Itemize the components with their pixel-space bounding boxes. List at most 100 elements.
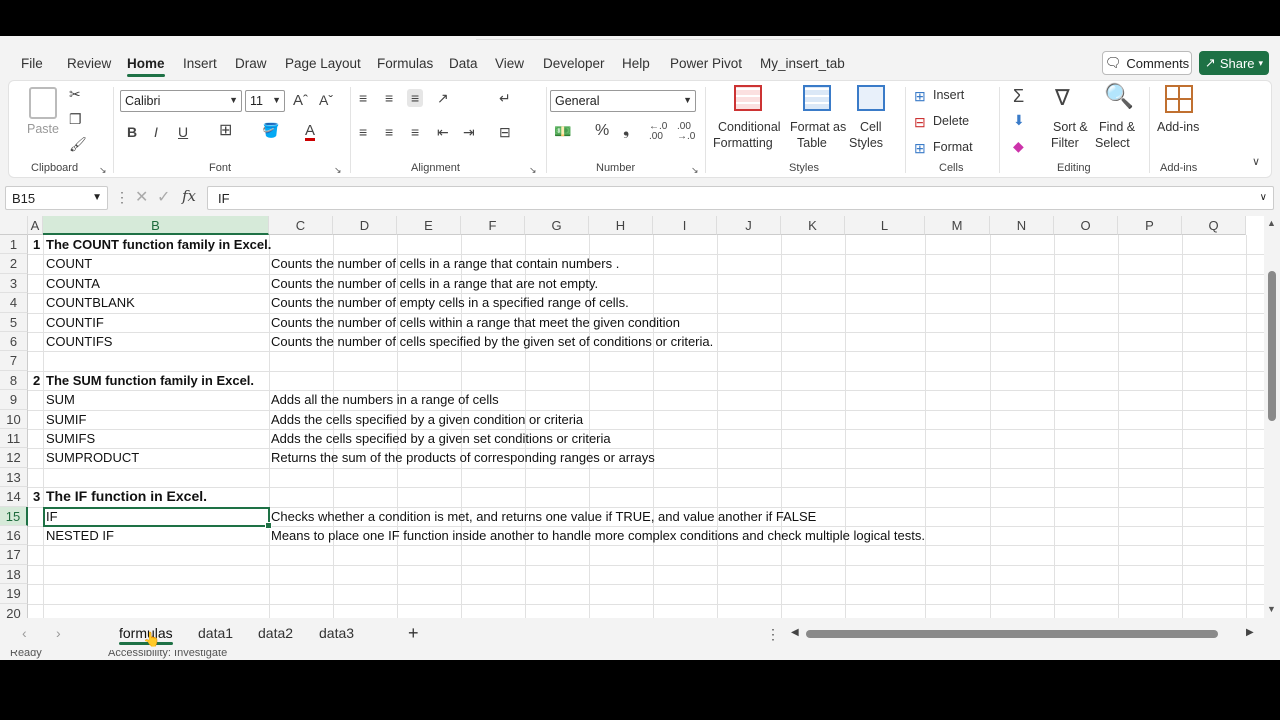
cell-c5[interactable]: Counts the number of cells within a rang… xyxy=(271,313,680,332)
row-header-9[interactable]: 9 xyxy=(0,390,28,410)
more-options-icon[interactable]: ⋮ xyxy=(766,627,780,641)
number-format-select[interactable]: General ▼ xyxy=(550,90,696,112)
row-header-4[interactable]: 4 xyxy=(0,293,28,313)
cell-c11[interactable]: Adds the cells specified by a given set … xyxy=(271,429,611,448)
column-header-c[interactable]: C xyxy=(269,216,333,235)
cell-b9[interactable]: SUM xyxy=(46,390,75,409)
paste-icon[interactable] xyxy=(29,87,57,119)
increase-indent-icon[interactable]: ⇥ xyxy=(463,125,475,139)
row-header-12[interactable]: 12 xyxy=(0,448,28,468)
format-cells-icon[interactable]: ⊞ xyxy=(914,141,926,155)
dialog-launcher-icon[interactable]: ↘ xyxy=(334,165,342,176)
row-header-10[interactable]: 10 xyxy=(0,409,28,429)
tab-formulas[interactable]: Formulas xyxy=(377,56,433,71)
column-header-o[interactable]: O xyxy=(1054,216,1118,235)
paste-button-label[interactable]: Paste xyxy=(27,122,59,136)
cell-a14[interactable]: 3 xyxy=(33,487,40,506)
column-header-g[interactable]: G xyxy=(525,216,589,235)
merge-center-icon[interactable]: ⊟ xyxy=(499,125,511,139)
tab-review[interactable]: Review xyxy=(67,56,111,71)
column-header-f[interactable]: F xyxy=(461,216,525,235)
orientation-icon[interactable]: ↗ xyxy=(437,91,449,105)
find-select-label-1[interactable]: Find & xyxy=(1099,120,1135,134)
cell-c10[interactable]: Adds the cells specified by a given cond… xyxy=(271,410,583,429)
tab-help[interactable]: Help xyxy=(622,56,650,71)
row-header-13[interactable]: 13 xyxy=(0,467,28,488)
cell-c15[interactable]: Checks whether a condition is met, and r… xyxy=(271,507,816,526)
cell-b10[interactable]: SUMIF xyxy=(46,410,86,429)
row-header-2[interactable]: 2 xyxy=(0,254,28,274)
cell-b5[interactable]: COUNTIF xyxy=(46,313,104,332)
dialog-launcher-icon[interactable]: ↘ xyxy=(99,165,107,176)
tab-page-layout[interactable]: Page Layout xyxy=(285,56,361,71)
align-bottom-icon[interactable]: ≡ xyxy=(407,89,424,107)
conditional-formatting-icon[interactable] xyxy=(734,85,762,111)
add-ins-button[interactable]: Add-ins xyxy=(1157,120,1199,134)
tab-draw[interactable]: Draw xyxy=(235,56,267,71)
accounting-format-icon[interactable]: 💵 xyxy=(554,124,571,138)
column-header-h[interactable]: H xyxy=(589,216,653,235)
cell-a8[interactable]: 2 xyxy=(33,371,40,390)
row-header-8[interactable]: 8 xyxy=(0,370,28,391)
row-header-1[interactable]: 1 xyxy=(0,235,28,255)
tab-file[interactable]: File xyxy=(21,56,43,71)
font-color-icon[interactable]: A xyxy=(305,123,316,141)
comments-button[interactable]: 🗨 Comments xyxy=(1102,51,1192,75)
delete-cells-icon[interactable]: ⊟ xyxy=(914,115,926,129)
cell-c9[interactable]: Adds all the numbers in a range of cells xyxy=(271,390,499,409)
font-size-select[interactable]: 11 ▼ xyxy=(245,90,285,112)
tab-my-insert-tab[interactable]: My_insert_tab xyxy=(760,56,845,71)
cell-a1[interactable]: 1 xyxy=(33,235,40,254)
row-header-16[interactable]: 16 xyxy=(0,526,28,546)
vertical-scroll-thumb[interactable] xyxy=(1268,271,1276,421)
insert-function-icon[interactable]: fx xyxy=(182,189,196,204)
spreadsheet-grid[interactable]: A B C D E F G H I J K L M N O P Q 1 2 3 4 5 6 7 8 9 10 11 12 13 14 15 16… xyxy=(0,216,1264,618)
cell-b4[interactable]: COUNTBLANK xyxy=(46,293,135,312)
title-search-box[interactable] xyxy=(476,36,821,40)
sort-filter-label-2[interactable]: Filter xyxy=(1051,136,1079,150)
align-top-icon[interactable]: ≡ xyxy=(359,91,367,105)
chevron-left-icon[interactable]: ‹ xyxy=(22,626,27,640)
add-ins-icon[interactable] xyxy=(1165,85,1193,113)
row-header-19[interactable]: 19 xyxy=(0,584,28,604)
row-header-18[interactable]: 18 xyxy=(0,564,28,585)
align-left-icon[interactable]: ≡ xyxy=(359,125,367,139)
scroll-up-icon[interactable]: ▲ xyxy=(1267,218,1276,228)
tab-data[interactable]: Data xyxy=(449,56,478,71)
dialog-launcher-icon[interactable]: ↘ xyxy=(529,165,537,176)
insert-cells-icon[interactable]: ⊞ xyxy=(914,89,926,103)
dialog-launcher-icon[interactable]: ↘ xyxy=(691,165,699,176)
cell-b8[interactable]: The SUM function family in Excel. xyxy=(46,371,254,390)
tab-view[interactable]: View xyxy=(495,56,524,71)
row-header-17[interactable]: 17 xyxy=(0,545,28,565)
cell-b6[interactable]: COUNTIFS xyxy=(46,332,112,351)
expand-formula-bar-icon[interactable]: ∨ xyxy=(1260,192,1267,203)
align-right-icon[interactable]: ≡ xyxy=(411,125,419,139)
increase-font-icon[interactable]: Aˆ xyxy=(293,93,308,108)
underline-icon[interactable]: U xyxy=(178,125,188,139)
cell-styles-icon[interactable] xyxy=(857,85,885,111)
cut-icon[interactable]: ✂ xyxy=(69,87,81,101)
sheet-tab-data1[interactable]: data1 xyxy=(198,625,233,641)
more-options-icon[interactable]: ⋮ xyxy=(115,190,129,204)
tab-developer[interactable]: Developer xyxy=(543,56,605,71)
column-header-e[interactable]: E xyxy=(397,216,461,235)
delete-cells-button[interactable]: Delete xyxy=(933,114,969,128)
enter-icon[interactable]: ✓ xyxy=(157,190,170,206)
column-header-b[interactable]: B xyxy=(43,216,269,235)
cell-c12[interactable]: Returns the sum of the products of corre… xyxy=(271,448,655,467)
formula-input[interactable]: IF ∨ xyxy=(207,186,1274,210)
cell-c2[interactable]: Counts the number of cells in a range th… xyxy=(271,254,619,273)
share-button[interactable]: ↗ Share ▾ xyxy=(1199,51,1269,75)
align-middle-icon[interactable]: ≡ xyxy=(385,91,393,105)
format-as-table-label-1[interactable]: Format as xyxy=(790,120,846,134)
cell-styles-label-1[interactable]: Cell xyxy=(860,120,882,134)
row-header-15[interactable]: 15 xyxy=(0,506,28,526)
comma-style-icon[interactable]: ❟ xyxy=(623,123,629,139)
column-header-m[interactable]: M xyxy=(925,216,990,235)
cell-b16[interactable]: NESTED IF xyxy=(46,526,114,545)
column-header-d[interactable]: D xyxy=(333,216,397,235)
align-center-icon[interactable]: ≡ xyxy=(385,125,393,139)
scroll-left-icon[interactable]: ◀ xyxy=(791,628,799,638)
horizontal-scroll-thumb[interactable] xyxy=(806,630,1218,638)
